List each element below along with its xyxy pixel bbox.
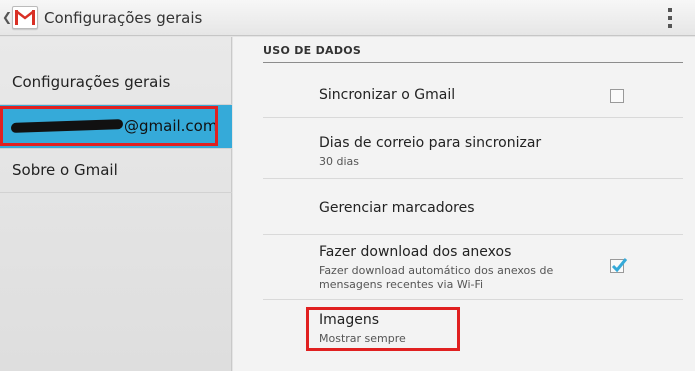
setting-subtitle: 30 dias [319, 155, 360, 168]
settings-sidebar: Configurações gerais @gmail.com Sobre o … [0, 37, 232, 371]
action-bar: ❮ Configurações gerais [0, 0, 695, 36]
overflow-menu-icon[interactable] [662, 6, 678, 30]
highlight-box-images [306, 307, 460, 351]
setting-row-sync-days[interactable]: Dias de correio para sincronizar 30 dias [263, 118, 683, 179]
setting-title: Gerenciar marcadores [319, 200, 475, 216]
download-attachments-checkbox[interactable] [610, 258, 628, 273]
sidebar-item-about-gmail[interactable]: Sobre o Gmail [0, 149, 232, 193]
gmail-logo-icon[interactable] [12, 6, 38, 29]
app-title: Configurações gerais [44, 9, 203, 27]
highlight-box-account [0, 106, 218, 146]
sidebar-item-label: Sobre o Gmail [12, 161, 118, 179]
setting-row-sync-gmail[interactable]: Sincronizar o Gmail [263, 63, 683, 118]
setting-row-download-attachments[interactable]: Fazer download dos anexos Fazer download… [263, 235, 683, 300]
back-chevron-icon[interactable]: ❮ [2, 10, 12, 24]
setting-title: Fazer download dos anexos [319, 244, 512, 260]
setting-row-manage-labels[interactable]: Gerenciar marcadores [263, 179, 683, 235]
sidebar-item-general-settings[interactable]: Configurações gerais [0, 61, 232, 105]
checkmark-icon [611, 258, 628, 273]
setting-subtitle: Fazer download automático dos anexos de … [319, 264, 554, 291]
settings-panel: USO DE DADOS Sincronizar o Gmail Dias de… [233, 37, 695, 371]
setting-title: Dias de correio para sincronizar [319, 135, 542, 151]
sync-gmail-checkbox[interactable] [610, 89, 624, 103]
setting-title: Sincronizar o Gmail [319, 87, 456, 103]
sidebar-item-label: Configurações gerais [12, 73, 171, 91]
section-header: USO DE DADOS [263, 44, 362, 57]
